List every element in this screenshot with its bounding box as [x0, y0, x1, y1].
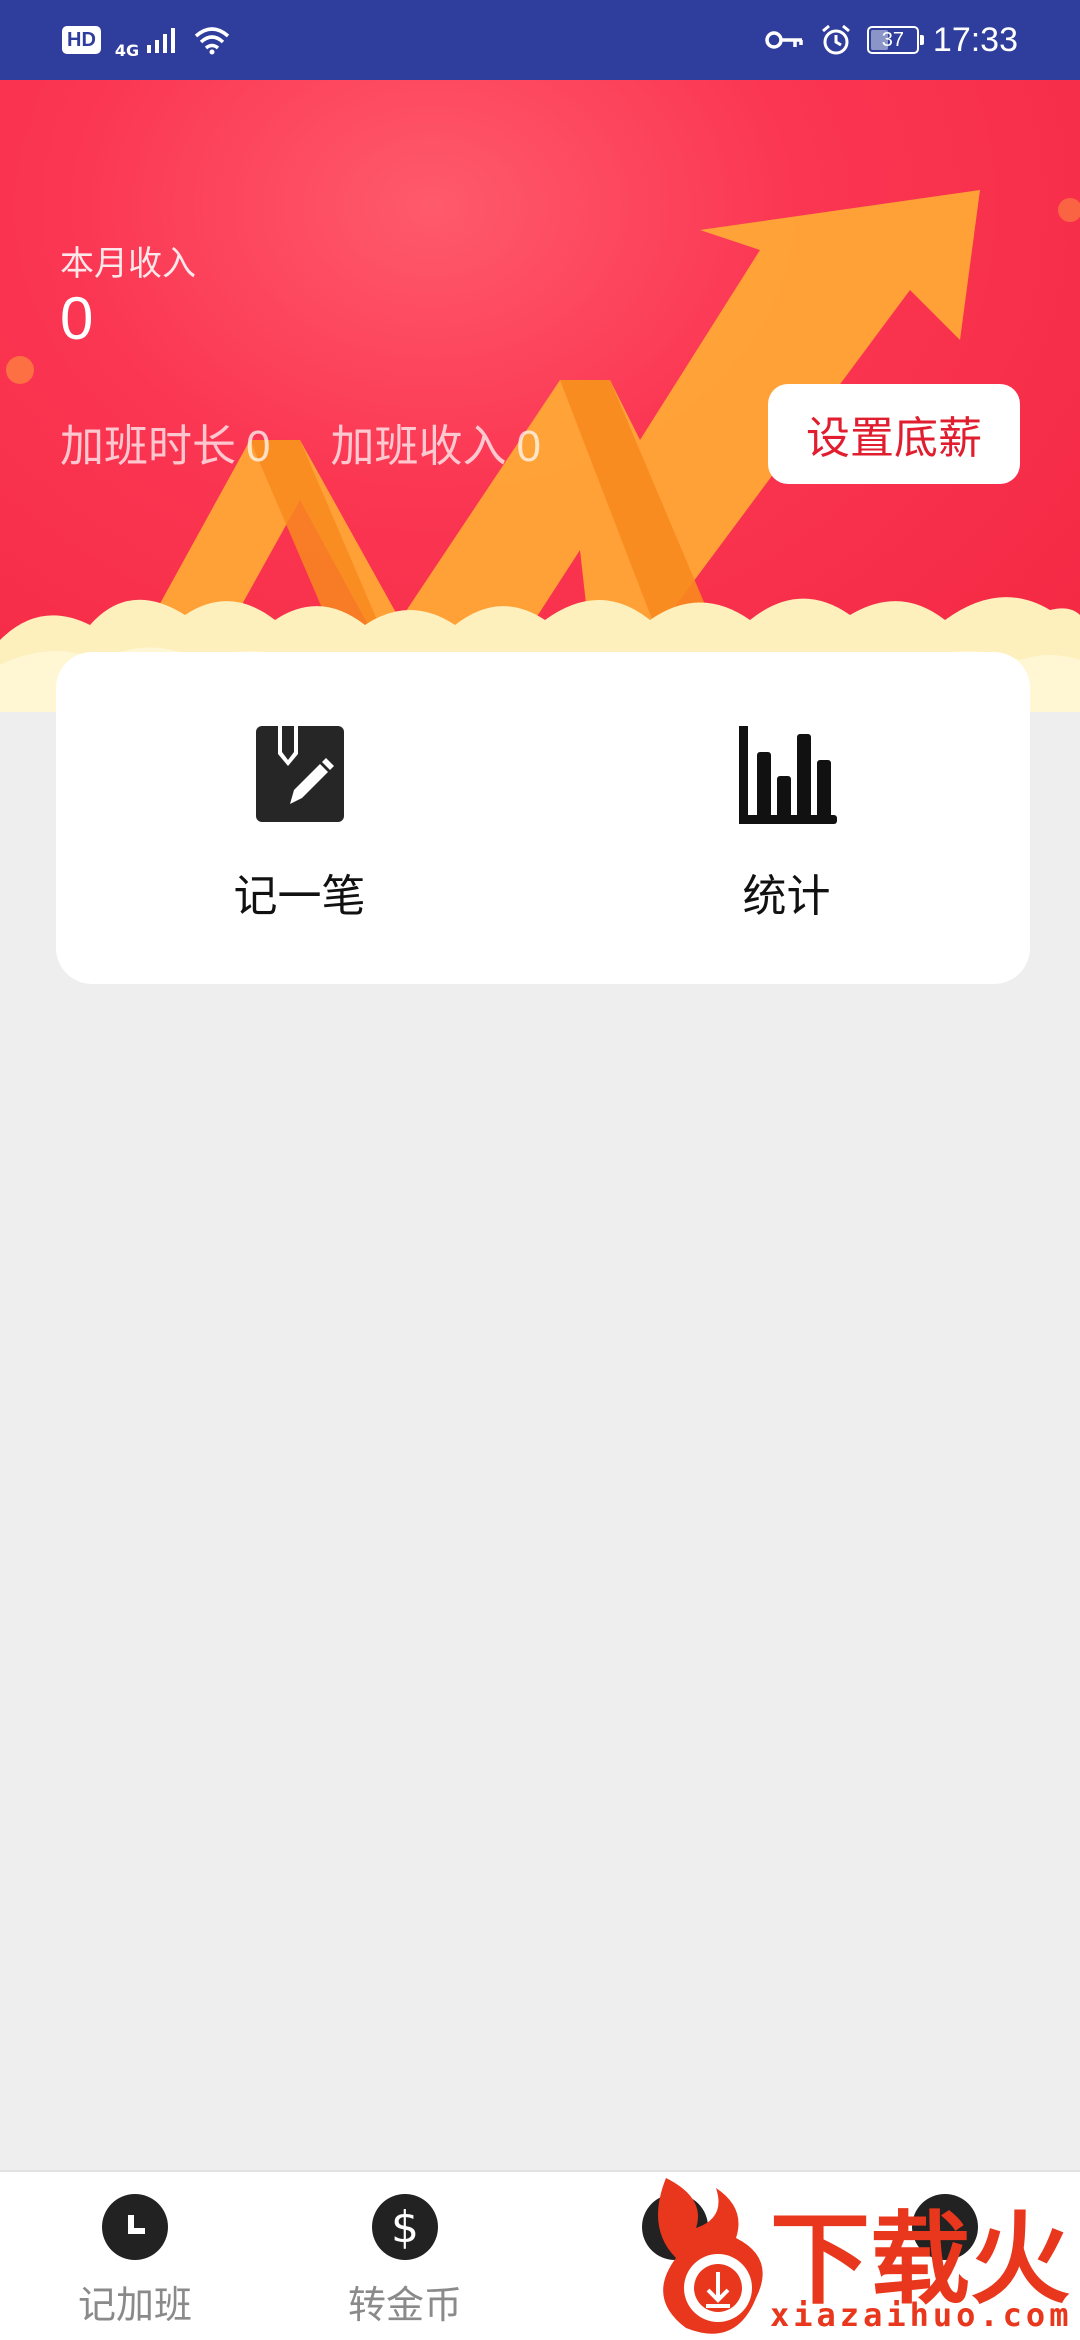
action-card: 记一笔 统计: [56, 652, 1030, 984]
status-time: 17:33: [932, 20, 1018, 59]
clock-icon: [102, 2194, 168, 2260]
status-right: 37 17:33: [765, 21, 1018, 60]
alarm-icon: [821, 24, 850, 55]
header-banner: 本月收入 0 加班时长 0 加班收入 0 设置底薪: [0, 80, 1080, 712]
overtime-income: 加班收入 0: [330, 410, 540, 474]
overtime-income-label: 加班收入: [330, 421, 507, 472]
dollar-icon: $: [372, 2194, 438, 2260]
battery-level: 37: [881, 29, 905, 51]
monthly-income-label: 本月收入: [60, 244, 196, 284]
nav-coins[interactable]: $ 转金币: [270, 2172, 540, 2340]
battery-indicator: 37: [866, 26, 924, 54]
network-type: 4G: [114, 40, 140, 60]
overtime-income-value: 0: [516, 422, 541, 471]
nav-overtime-label: 记加班: [77, 2283, 192, 2327]
status-left: HD 4G: [62, 21, 231, 60]
bar-chart-icon: [738, 726, 837, 824]
record-entry-label: 记一笔: [233, 871, 366, 922]
record-entry-button[interactable]: 记一笔: [56, 652, 543, 984]
app-screen: HD 4G 37 17:33 本月收入 0 加班时长 0 加班收入 0 设置底薪…: [0, 0, 1080, 2340]
statistics-button[interactable]: 统计: [543, 652, 1030, 984]
overtime-stats: 加班时长 0 加班收入 0: [60, 410, 541, 474]
svg-text:$: $: [391, 2202, 419, 2252]
nav-overtime[interactable]: 记加班: [0, 2172, 270, 2340]
overtime-hours-label: 加班时长: [60, 421, 236, 472]
edit-note-icon: [255, 726, 344, 822]
status-bar: HD 4G 37 17:33: [0, 0, 1080, 80]
set-base-salary-button[interactable]: 设置底薪: [768, 384, 1020, 484]
statistics-label: 统计: [742, 871, 831, 922]
signal-icon: [147, 28, 176, 53]
wifi-icon: [195, 27, 230, 55]
monthly-income-value: 0: [60, 285, 94, 352]
overtime-hours: 加班时长 0: [60, 410, 270, 474]
watermark: 下载火 xiazaihuo.com: [636, 2168, 1080, 2340]
key-icon: [765, 31, 803, 49]
hd-badge: HD: [62, 26, 101, 54]
overtime-hours-value: 0: [246, 422, 271, 471]
nav-coins-label: 转金币: [347, 2283, 462, 2327]
watermark-text-en: xiazaihuo.com: [770, 2296, 1073, 2334]
flame-logo: [658, 2178, 763, 2334]
